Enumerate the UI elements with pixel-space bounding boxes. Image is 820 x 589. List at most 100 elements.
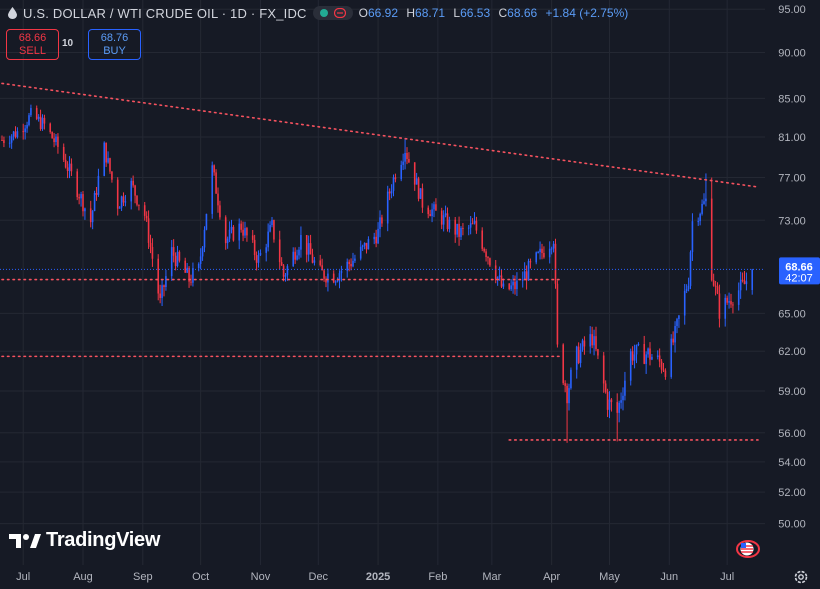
candle-body (388, 191, 391, 194)
candle-body (76, 171, 79, 198)
ohlc-change: +1.84 (+2.75%) (545, 6, 629, 20)
candle-body (28, 115, 30, 126)
candle-body (57, 136, 59, 147)
candle-body (130, 180, 133, 202)
candle-body (334, 281, 337, 283)
candle-body (421, 188, 424, 208)
candle-body (319, 260, 322, 266)
candle-body (62, 146, 65, 160)
candle-body (570, 369, 572, 389)
candle-body (658, 355, 661, 362)
symbol-title[interactable]: U.S. DOLLAR / WTI CRUDE OIL · 1D · FX_ID… (23, 6, 307, 21)
trendline (1, 82, 759, 188)
ohlc-low: 66.53 (460, 6, 491, 20)
candle-body (724, 297, 727, 319)
candle-body (134, 185, 136, 196)
candle-body (190, 281, 192, 283)
candle-body (296, 255, 298, 260)
candle-body (16, 131, 19, 138)
candle-body (564, 383, 566, 386)
sell-button[interactable]: 68.66 SELL (6, 29, 59, 60)
settings-icon[interactable] (793, 569, 809, 585)
candle-body (670, 338, 673, 377)
candle-body (10, 136, 13, 143)
candle-body (267, 231, 269, 248)
market-status-pill[interactable] (312, 6, 353, 20)
candle-body (365, 242, 368, 250)
candle-body (543, 252, 545, 258)
candle-body (282, 265, 285, 277)
candle-body (404, 152, 406, 162)
time-tick-label: Jul (16, 571, 30, 583)
candle-body (674, 325, 676, 343)
price-chart[interactable]: 95.00 90.00 85.00 81.00 77.00 73.00 65.00 62.00… (0, 0, 820, 589)
candle-body (95, 192, 98, 195)
candle-body (332, 273, 335, 283)
candle-body (89, 208, 92, 223)
price-tick-label: 54.00 (778, 457, 806, 469)
candle-body (529, 261, 532, 263)
candle-body (514, 281, 516, 290)
candle-body (186, 267, 188, 273)
candle-body (161, 285, 163, 298)
candle-body (703, 201, 705, 204)
candle-body (618, 402, 620, 413)
candle-body (402, 161, 404, 165)
candle-body (645, 354, 647, 364)
candle-body (745, 281, 748, 285)
candle-body (446, 213, 449, 229)
tradingview-logo-icon (9, 533, 41, 548)
candle-body (699, 213, 701, 222)
candle-body (66, 167, 69, 172)
candle-body (606, 391, 609, 410)
candle-body (103, 142, 106, 176)
candle-body (539, 248, 541, 253)
candle-body (751, 269, 754, 291)
sell-price: 68.66 (18, 31, 47, 44)
candle-body (367, 239, 370, 250)
ohlc-close: 68.66 (507, 6, 538, 20)
candle-body (273, 220, 275, 240)
candle-body (43, 117, 46, 124)
candle-body (313, 260, 316, 263)
price-tick-label: 73.00 (778, 215, 806, 227)
candle-body (656, 355, 659, 357)
candle-body (732, 304, 734, 306)
candle-body (211, 165, 214, 214)
price-tick-label: 85.00 (778, 93, 806, 105)
candle-body (548, 248, 551, 258)
candle-body (238, 223, 241, 241)
candle-body (622, 395, 624, 401)
candle-body (217, 193, 219, 206)
candle-body (244, 228, 246, 236)
flag-icon[interactable] (736, 540, 760, 558)
candle-body (683, 290, 686, 316)
candle-body (219, 205, 221, 218)
spread-value: 10 (62, 38, 74, 49)
time-tick-label: Oct (192, 571, 209, 583)
candle-body (350, 264, 352, 267)
candle-body (381, 217, 383, 224)
candle-body (226, 238, 229, 244)
candle-body (354, 258, 356, 261)
candle-body (705, 198, 707, 202)
candle-body (105, 142, 107, 163)
candle-body (82, 194, 84, 212)
candle-body (174, 255, 177, 267)
candle-body (251, 235, 254, 240)
candle-body (41, 117, 44, 129)
candle-body (8, 142, 11, 144)
tradingview-logo[interactable]: TradingView (9, 529, 160, 552)
price-tick-label: 81.00 (778, 132, 806, 144)
price-tick-label: 62.00 (778, 346, 806, 358)
candle-body (471, 223, 474, 225)
candle-body (24, 128, 26, 132)
candle-body (157, 258, 160, 294)
candle-body (631, 351, 634, 361)
candle-body (149, 242, 152, 247)
buy-button[interactable]: 68.76 BUY (88, 29, 141, 60)
candle-body (494, 265, 497, 281)
candle-body (340, 270, 343, 274)
candle-body (672, 338, 674, 343)
candle-body (597, 349, 599, 356)
